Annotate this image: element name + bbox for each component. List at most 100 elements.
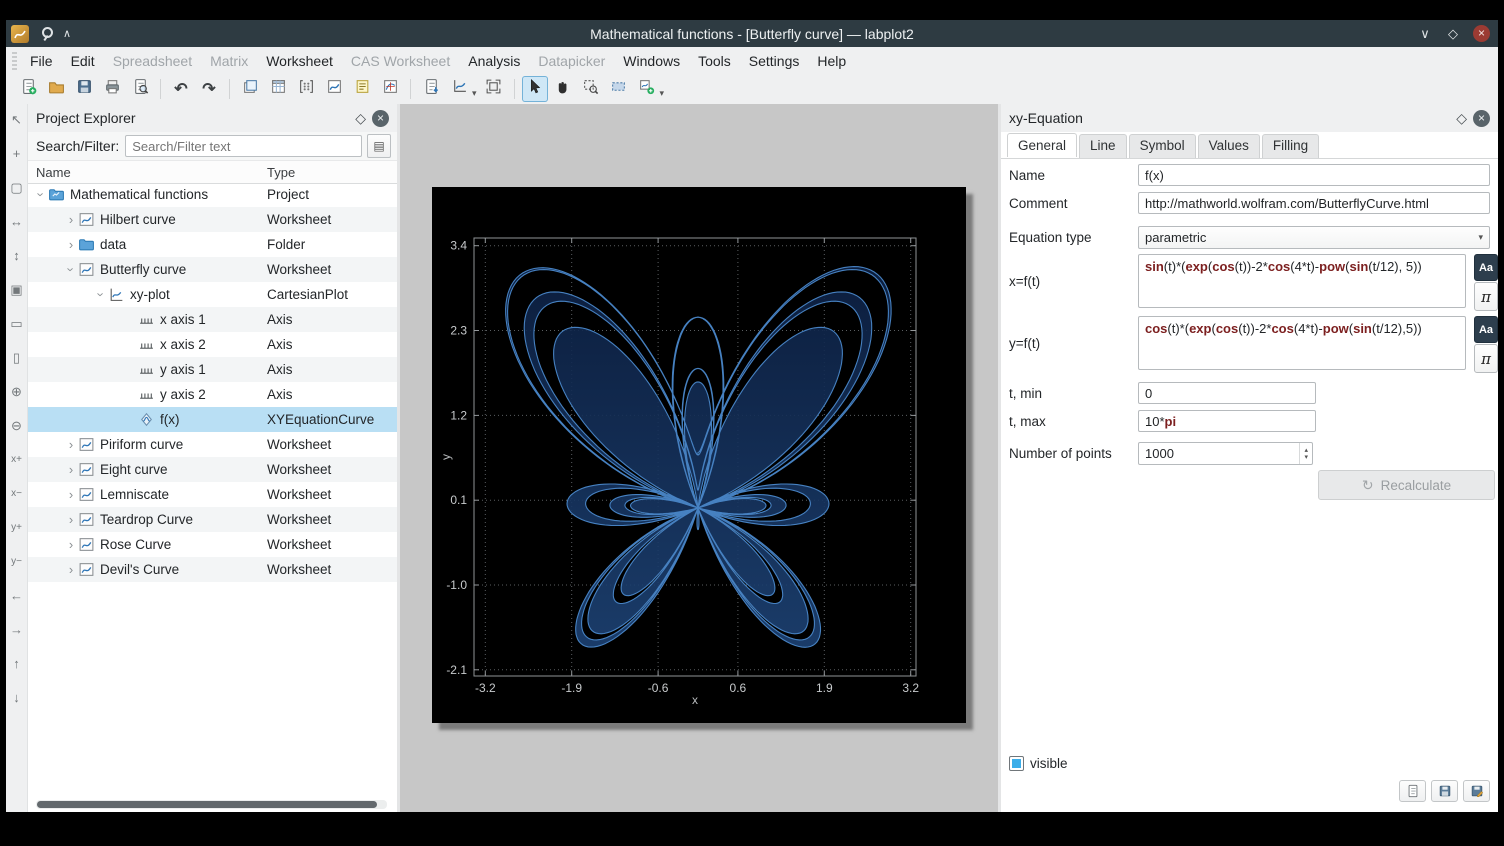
insert-function-pi-button-y[interactable]: π <box>1474 344 1498 373</box>
chevron-down-icon[interactable]: ▾ <box>472 88 477 99</box>
t-min-field[interactable] <box>1138 382 1316 404</box>
float-properties-button[interactable]: ◇ <box>1450 110 1473 127</box>
crosshair-icon[interactable]: + <box>13 146 21 162</box>
zoom-select-icon[interactable]: ▢ <box>10 180 22 196</box>
tree-row-butterfly-curve[interactable]: ›Butterfly curveWorksheet <box>28 257 397 282</box>
tree-row-eight-curve[interactable]: ›Eight curveWorksheet <box>28 457 397 482</box>
zoom-fit-button[interactable] <box>481 76 507 102</box>
menu-windows[interactable]: Windows <box>614 49 689 73</box>
tab-values[interactable]: Values <box>1198 134 1260 158</box>
shade-window-icon[interactable]: ∧ <box>63 27 71 40</box>
save-document-button[interactable] <box>71 76 97 102</box>
select-region-button[interactable] <box>606 76 632 102</box>
insert-constant-button-x[interactable]: Aa <box>1474 254 1498 281</box>
zoom-select-button[interactable] <box>578 76 604 102</box>
close-button[interactable]: × <box>1473 25 1490 42</box>
tree-row-devil-s-curve[interactable]: ›Devil's CurveWorksheet <box>28 557 397 582</box>
expander-icon[interactable]: › <box>64 263 79 277</box>
tree-row-lemniscate[interactable]: ›LemniscateWorksheet <box>28 482 397 507</box>
undo-button[interactable]: ↶ <box>168 76 194 102</box>
new-datapicker-button[interactable] <box>377 76 403 102</box>
t-max-field[interactable]: 10*pi <box>1138 410 1316 432</box>
column-type[interactable]: Type <box>267 165 295 180</box>
tree-row-f-x[interactable]: f(x)XYEquationCurve <box>28 407 397 432</box>
column-name[interactable]: Name <box>28 165 71 180</box>
horizontal-scrollbar[interactable] <box>36 800 387 809</box>
plot-area[interactable]: -3.2-1.9-0.60.61.93.23.42.31.20.1-1.0-2.… <box>432 187 966 723</box>
recalculate-button[interactable]: ↻ Recalculate <box>1318 470 1495 500</box>
menu-help[interactable]: Help <box>808 49 855 73</box>
comment-field[interactable] <box>1138 192 1490 214</box>
tree-row-y-axis-1[interactable]: y axis 1Axis <box>28 357 397 382</box>
new-document-button[interactable] <box>15 76 41 102</box>
menu-tools[interactable]: Tools <box>689 49 740 73</box>
menu-settings[interactable]: Settings <box>740 49 809 73</box>
tab-filling[interactable]: Filling <box>1262 134 1319 158</box>
auto-scale-x-icon[interactable]: ▭ <box>10 316 22 332</box>
shift-up-y-icon[interactable]: ↑ <box>13 656 20 672</box>
redo-button[interactable]: ↷ <box>196 76 222 102</box>
tree-row-piriform-curve[interactable]: ›Piriform curveWorksheet <box>28 432 397 457</box>
save-default-button[interactable] <box>1463 780 1490 802</box>
number-of-points-stepper[interactable]: 1000 ▴▾ <box>1138 442 1313 465</box>
expander-icon[interactable]: › <box>64 512 78 527</box>
shift-right-x-icon[interactable]: → <box>10 622 23 638</box>
zoom-in-y-icon[interactable]: y+ <box>11 520 22 536</box>
search-input[interactable] <box>125 135 362 157</box>
filter-options-button[interactable]: ▤ <box>367 134 391 158</box>
navigate-button[interactable] <box>550 76 576 102</box>
y-equation-editor[interactable]: cos(t)*(exp(cos(t))-2*cos(4*t)-pow(sin(t… <box>1138 316 1466 370</box>
tree-row-x-axis-1[interactable]: x axis 1Axis <box>28 307 397 332</box>
new-note-button[interactable] <box>349 76 375 102</box>
tree-row-mathematical-functions[interactable]: ›Mathematical functionsProject <box>28 182 397 207</box>
print-preview-button[interactable] <box>127 76 153 102</box>
tree-row-xy-plot[interactable]: ›xy-plotCartesianPlot <box>28 282 397 307</box>
new-worksheet-button[interactable] <box>321 76 347 102</box>
tree-row-teardrop-curve[interactable]: ›Teardrop CurveWorksheet <box>28 507 397 532</box>
expander-icon[interactable]: › <box>94 288 109 302</box>
menu-worksheet[interactable]: Worksheet <box>257 49 342 73</box>
zoom-x-select-icon[interactable]: ↔ <box>10 214 23 230</box>
zoom-y-select-icon[interactable]: ↕ <box>13 248 20 264</box>
print-button[interactable] <box>99 76 125 102</box>
load-template-button[interactable] <box>1399 780 1426 802</box>
stepper-arrows[interactable]: ▴▾ <box>1299 443 1312 464</box>
chevron-down-icon[interactable]: ▾ <box>660 88 665 99</box>
tree-row-y-axis-2[interactable]: y axis 2Axis <box>28 382 397 407</box>
equation-type-select[interactable]: parametric ▾ <box>1138 226 1490 249</box>
expander-icon[interactable]: › <box>64 462 78 477</box>
tab-symbol[interactable]: Symbol <box>1129 134 1196 158</box>
tree-row-rose-curve[interactable]: ›Rose CurveWorksheet <box>28 532 397 557</box>
open-document-button[interactable] <box>43 76 69 102</box>
expander-icon[interactable]: › <box>64 237 78 252</box>
expander-icon[interactable]: › <box>64 212 78 227</box>
insert-function-pi-button-x[interactable]: π <box>1474 282 1498 311</box>
expander-icon[interactable]: › <box>64 437 78 452</box>
import-file-button[interactable] <box>418 76 444 102</box>
new-workbook-button[interactable] <box>237 76 263 102</box>
float-dock-button[interactable]: ◇ <box>349 110 372 127</box>
auto-scale-y-icon[interactable]: ▯ <box>13 350 20 366</box>
tree-row-x-axis-2[interactable]: x axis 2Axis <box>28 332 397 357</box>
add-plot-element-button[interactable] <box>634 76 660 102</box>
close-properties-button[interactable]: × <box>1473 110 1490 127</box>
new-plot-area-button[interactable] <box>446 76 472 102</box>
menu-analysis[interactable]: Analysis <box>459 49 529 73</box>
close-dock-button[interactable]: × <box>372 110 389 127</box>
shift-left-x-icon[interactable]: ← <box>10 588 23 604</box>
worksheet-view[interactable]: -3.2-1.9-0.60.61.93.23.42.31.20.1-1.0-2.… <box>400 104 998 812</box>
toolbar-grip[interactable] <box>12 52 17 70</box>
auto-scale-icon[interactable]: ▣ <box>10 282 22 298</box>
tab-general[interactable]: General <box>1007 133 1077 157</box>
expander-icon[interactable]: › <box>34 188 49 202</box>
menu-file[interactable]: File <box>21 49 62 73</box>
zoom-out-icon[interactable]: ⊖ <box>11 418 22 434</box>
insert-constant-button-y[interactable]: Aa <box>1474 316 1498 343</box>
menu-edit[interactable]: Edit <box>62 49 104 73</box>
zoom-out-y-icon[interactable]: y− <box>11 554 22 570</box>
save-template-button[interactable] <box>1431 780 1458 802</box>
name-field[interactable] <box>1138 164 1490 186</box>
expander-icon[interactable]: › <box>64 562 78 577</box>
x-equation-editor[interactable]: sin(t)*(exp(cos(t))-2*cos(4*t)-pow(sin(t… <box>1138 254 1466 308</box>
zoom-in-x-icon[interactable]: x+ <box>11 452 22 468</box>
